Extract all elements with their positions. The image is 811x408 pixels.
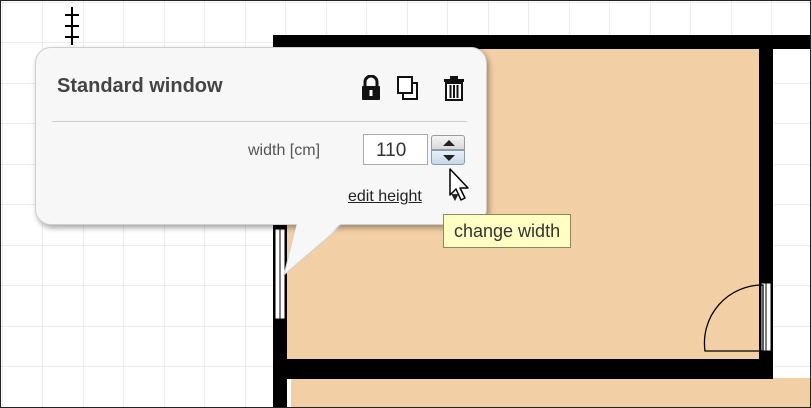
element-properties-popup: Standard window width [cm] 110 edit heig… (35, 47, 487, 277)
wall-bottom[interactable] (273, 359, 773, 379)
arrow-down-icon (443, 155, 455, 161)
room-floor-lower[interactable] (291, 378, 811, 408)
width-increment-button[interactable] (431, 135, 465, 150)
trash-icon[interactable] (442, 75, 466, 101)
copy-icon[interactable] (396, 75, 420, 101)
width-input[interactable] (363, 134, 428, 165)
wall-top-ext[interactable] (773, 35, 811, 49)
floor-plan-editor: Standard window width [cm] 110 edit heig… (0, 0, 811, 408)
lock-icon[interactable] (359, 74, 383, 101)
arrow-up-icon (443, 140, 455, 146)
tooltip: change width (443, 214, 572, 248)
popup-divider (52, 121, 467, 122)
edit-height-link[interactable]: edit height (348, 188, 422, 206)
width-decrement-button[interactable] (431, 150, 465, 165)
width-label: width [cm] (248, 142, 321, 159)
popup-title: Standard window (57, 75, 223, 97)
mouse-pointer-icon (449, 168, 469, 201)
